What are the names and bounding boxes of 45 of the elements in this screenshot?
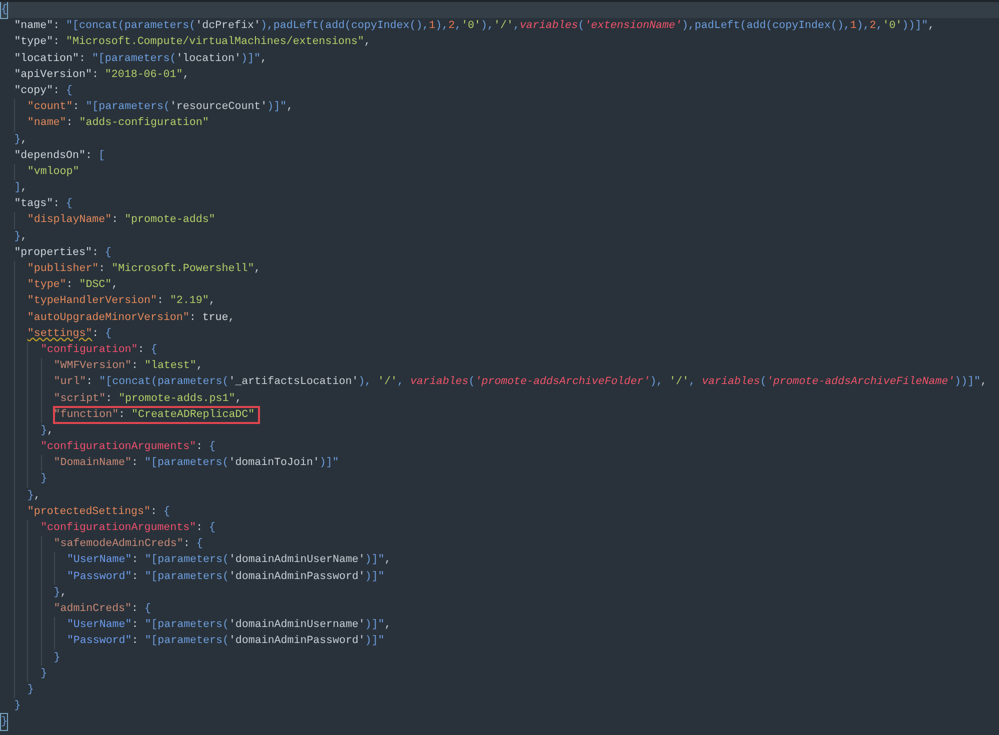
code-line: "copy": { xyxy=(14,84,73,99)
code-line: ], xyxy=(14,181,28,196)
code-line: "configurationArguments": { xyxy=(40,521,216,536)
code-line: "url": "[concat(parameters('_artifactsLocation'), '/', variables('promote-addsArchiveFolder'), '/', variables('promote-addsArchiveFileName'))]", xyxy=(54,375,987,390)
code-line: "configurationArguments": { xyxy=(40,440,216,456)
code-line: "script": "promote-adds.ps1", xyxy=(54,392,242,406)
code-line: "tags": { xyxy=(14,197,73,212)
code-line: } xyxy=(54,650,60,666)
code-line: "apiVersion": "2018-06-01", xyxy=(14,68,190,83)
code-line: "properties": { xyxy=(14,246,112,261)
code-line: "name": "[concat(parameters('dcPrefix'),padLeft(add(copyIndex(),1),2,'0'),'/',variables('extensionName'),padLeft(add(copyIndex(),1),2,'0'))]", xyxy=(14,19,934,34)
code-line: "UserName": "[parameters('domainAdminUsername')]", xyxy=(66,618,391,634)
code-line: "typeHandlerVersion": "2.19", xyxy=(27,294,216,310)
code-line: "autoUpgradeMinorVersion": true, xyxy=(27,310,235,326)
code-line: "Password": "[parameters('domainAdminPassword')]" xyxy=(66,570,384,585)
code-line: "settings": { xyxy=(27,326,112,342)
code-line: "protectedSettings": { xyxy=(27,504,170,520)
code-line: "type": "DSC", xyxy=(27,278,118,294)
code-line: "name": "adds-configuration" xyxy=(27,116,209,132)
code-line: "function": "CreateADReplicaDC" xyxy=(54,406,259,423)
code-line: }, xyxy=(27,488,40,504)
code-line: "UserName": "[parameters('domainAdminUserName')]", xyxy=(66,553,391,568)
code-line: "configuration": { xyxy=(40,342,158,358)
code-line: "dependsOn": [ xyxy=(14,148,105,164)
code-line: "publisher": "Microsoft.Powershell", xyxy=(27,262,261,277)
code-line: "DomainName": "[parameters('domainToJoin')]" xyxy=(54,456,339,472)
code-line: "Password": "[parameters('domainAdminPassword')]" xyxy=(66,634,384,650)
code-line: "adminCreds": { xyxy=(54,602,151,617)
code-line: } xyxy=(40,666,48,682)
code-line: "count": "[parameters('resourceCount')]", xyxy=(27,100,294,116)
code-line: }, xyxy=(14,230,28,245)
code-line: "WMFVersion": "latest", xyxy=(54,359,203,374)
code-line: }, xyxy=(54,586,67,601)
code-line: } xyxy=(14,699,21,714)
code-line: "displayName": "promote-adds" xyxy=(27,213,216,228)
code-line: }, xyxy=(14,132,28,148)
code-line: "safemodeAdminCreds": { xyxy=(54,537,203,552)
code-line: "vmloop" xyxy=(27,164,80,180)
code-line: } xyxy=(40,472,48,488)
code-line: } xyxy=(27,682,34,698)
code-line: { xyxy=(1,2,8,18)
code-line: }, xyxy=(40,424,54,439)
code-line: "location": "[parameters('location')]", xyxy=(14,52,267,67)
code-line: "type": "Microsoft.Compute/virtualMachines/extensions", xyxy=(14,35,371,50)
code-line: } xyxy=(1,714,8,730)
